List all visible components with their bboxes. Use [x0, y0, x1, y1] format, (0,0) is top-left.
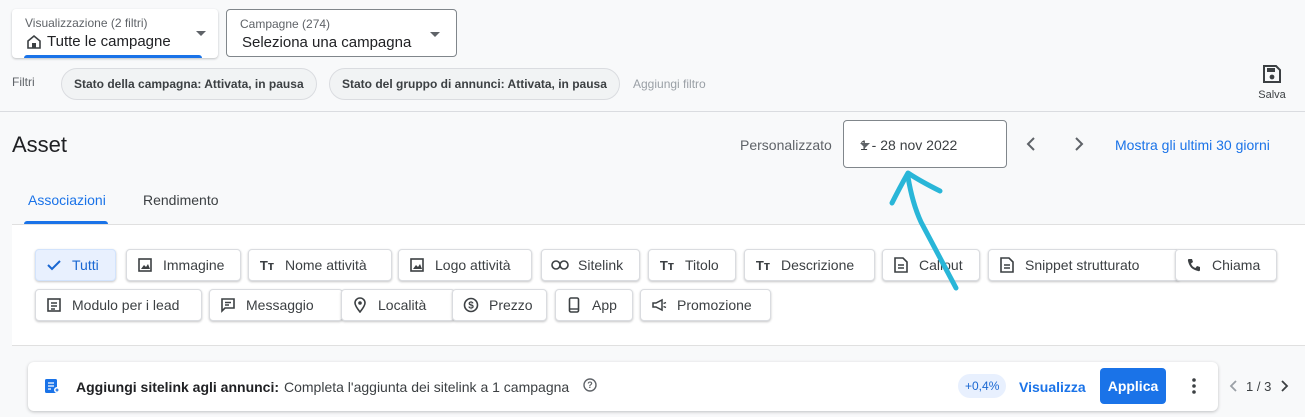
add-filter-button[interactable]: Aggiungi filtro	[633, 77, 706, 91]
asset-chip-promozione[interactable]: Promozione	[640, 289, 771, 321]
asset-chip-label: Sitelink	[578, 257, 624, 273]
recommendation-pager: 1 / 3	[1246, 379, 1272, 394]
check-icon	[45, 256, 63, 274]
location-icon	[351, 296, 369, 314]
recommendation-card: Aggiungi sitelink agli annunci: Completa…	[28, 362, 1218, 411]
view-selector-label: Visualizzazione (2 filtri)	[25, 16, 148, 30]
asset-chip-label: Prezzo	[489, 297, 533, 313]
text-icon: Tт	[755, 257, 771, 273]
asset-chip-label: App	[592, 297, 617, 313]
asset-chip-label: Chiama	[1212, 257, 1261, 273]
form-icon	[45, 296, 63, 314]
asset-chip-descrizione[interactable]: Tт Descrizione	[744, 249, 875, 281]
campaign-selector[interactable]: Campagne (274) Seleziona una campagna	[226, 9, 457, 57]
sitelink-recommendation-icon	[45, 379, 60, 393]
asset-chip-modulo-lead[interactable]: Modulo per i lead	[35, 289, 202, 321]
view-selector-value: Tutte le campagne	[47, 33, 171, 50]
uplift-badge: +0,4%	[958, 374, 1007, 398]
asset-chip-app[interactable]: App	[555, 289, 633, 321]
asset-chip-label: Modulo per i lead	[72, 297, 180, 313]
asset-chip-snippet-strutturato[interactable]: Snippet strutturato	[988, 249, 1180, 281]
save-icon	[1263, 65, 1281, 83]
asset-chip-label: Descrizione	[781, 257, 855, 273]
asset-chip-label: Messaggio	[246, 297, 314, 313]
asset-chip-immagine[interactable]: Immagine	[126, 249, 241, 281]
apply-recommendation-button[interactable]: Applica	[1100, 368, 1166, 404]
chevron-down-icon	[196, 31, 206, 36]
asset-chip-label: Tutti	[72, 257, 99, 273]
asset-chip-sitelink[interactable]: Sitelink	[541, 249, 640, 281]
filter-chip-campaign-status[interactable]: Stato della campagna: Attivata, in pausa	[61, 68, 317, 100]
chevron-down-icon	[430, 32, 440, 37]
header-divider	[0, 111, 1305, 112]
tab-rendimento[interactable]: Rendimento	[143, 192, 219, 219]
megaphone-icon	[650, 296, 668, 314]
price-icon: $	[462, 296, 480, 314]
document-icon	[998, 256, 1016, 274]
recommendation-description: Completa l'aggiunta dei sitelink a 1 cam…	[284, 379, 570, 395]
asset-chip-label: Località	[378, 297, 427, 313]
campaign-selector-value: Seleziona una campagna	[242, 34, 412, 51]
asset-chip-titolo[interactable]: Tт Titolo	[648, 249, 736, 281]
text-icon: Tт	[659, 257, 675, 273]
asset-chip-label: Logo attività	[435, 257, 511, 273]
save-label: Salva	[1258, 89, 1286, 101]
next-period-icon[interactable]	[1069, 134, 1089, 154]
message-icon	[219, 296, 237, 314]
view-selector-underline	[24, 55, 202, 58]
phone-icon	[1185, 256, 1203, 274]
tab-associazioni[interactable]: Associazioni	[24, 192, 108, 224]
svg-text:$: $	[468, 301, 474, 312]
chevron-down-icon	[860, 143, 870, 148]
last-30-days-link[interactable]: Mostra gli ultimi 30 giorni	[1115, 137, 1270, 153]
asset-chip-label: Immagine	[163, 257, 225, 273]
filters-label: Filtri	[12, 75, 35, 89]
asset-chip-logo-attivita[interactable]: Logo attività	[398, 249, 532, 281]
image-icon	[136, 256, 154, 274]
asset-chip-label: Nome attività	[285, 257, 367, 273]
more-options-icon[interactable]	[1186, 376, 1202, 396]
campaign-selector-label: Campagne (274)	[240, 17, 331, 31]
svg-text:?: ?	[587, 380, 593, 390]
home-icon	[27, 34, 41, 49]
filter-chip-adgroup-status[interactable]: Stato del gruppo di annunci: Attivata, i…	[329, 68, 620, 100]
date-range-selector[interactable]: 1 - 28 nov 2022	[843, 120, 1007, 168]
asset-chip-prezzo[interactable]: $ Prezzo	[452, 289, 547, 321]
chevron-right-icon[interactable]	[1278, 378, 1290, 394]
asset-chip-chiama[interactable]: Chiama	[1175, 249, 1277, 281]
view-selector[interactable]: Visualizzazione (2 filtri) Tutte le camp…	[12, 9, 218, 58]
asset-chip-nome-attivita[interactable]: Tт Nome attività	[248, 249, 392, 281]
asset-chip-localita[interactable]: Località	[341, 289, 455, 321]
date-range-value: 1 - 28 nov 2022	[860, 137, 958, 153]
mobile-icon	[565, 296, 583, 314]
previous-period-icon[interactable]	[1021, 134, 1041, 154]
page-title: Asset	[12, 132, 68, 157]
annotation-arrow-icon	[889, 170, 959, 291]
image-icon	[408, 256, 426, 274]
asset-chip-label: Snippet strutturato	[1025, 257, 1140, 273]
period-label: Personalizzato	[740, 137, 832, 153]
chevron-left-icon[interactable]	[1228, 378, 1240, 394]
asset-chip-label: Promozione	[677, 297, 752, 313]
view-recommendation-button[interactable]: Visualizza	[1019, 379, 1086, 395]
asset-chip-tutti[interactable]: Tutti	[35, 249, 116, 281]
help-icon[interactable]: ?	[582, 377, 598, 393]
asset-chip-label: Titolo	[685, 257, 719, 273]
link-icon	[551, 256, 569, 274]
save-button[interactable]: Salva	[1252, 64, 1292, 101]
recommendation-title: Aggiungi sitelink agli annunci:	[76, 379, 280, 395]
asset-type-panel: Tutti Immagine Tт Nome attività Logo att…	[12, 224, 1305, 346]
text-icon: Tт	[259, 257, 275, 273]
asset-chip-messaggio[interactable]: Messaggio	[209, 289, 343, 321]
